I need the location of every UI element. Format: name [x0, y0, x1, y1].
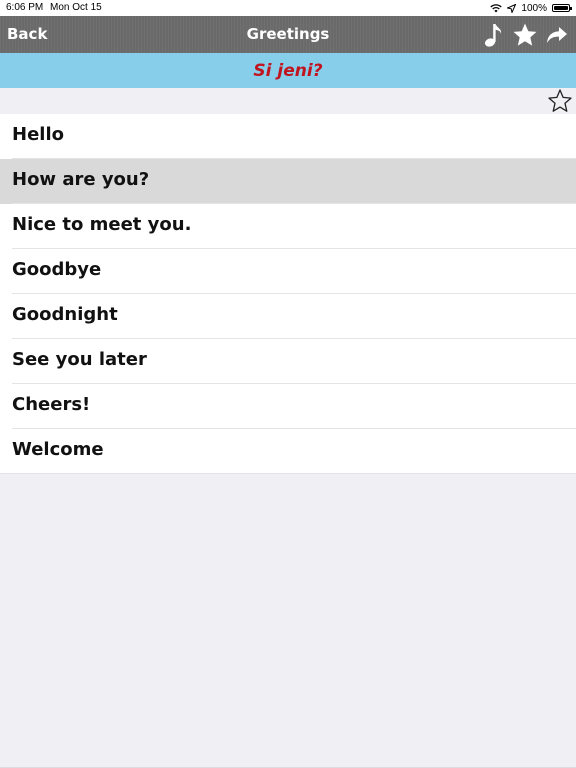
- phrase-label: How are you?: [12, 169, 150, 190]
- list-item[interactable]: Goodnight: [0, 294, 576, 339]
- star-icon[interactable]: [512, 22, 538, 48]
- nav-actions: [480, 22, 570, 48]
- status-date: Mon Oct 15: [50, 2, 102, 13]
- phrase-label: Cheers!: [12, 394, 91, 415]
- share-icon[interactable]: [544, 22, 570, 48]
- phrase-label: See you later: [12, 349, 147, 370]
- navigation-bar: Back Greetings: [0, 16, 576, 53]
- phrase-label: Goodnight: [12, 304, 118, 325]
- location-icon: [507, 3, 517, 13]
- translation-banner: Si jeni?: [0, 53, 576, 88]
- list-item[interactable]: See you later: [0, 339, 576, 384]
- list-item[interactable]: Nice to meet you.: [0, 204, 576, 249]
- list-item[interactable]: Welcome: [0, 429, 576, 474]
- translation-text: Si jeni?: [253, 60, 323, 81]
- favorite-row: [0, 88, 576, 114]
- phrase-label: Hello: [12, 124, 64, 145]
- list-item[interactable]: Hello: [0, 114, 576, 159]
- status-indicators: 100%: [490, 1, 572, 15]
- phrase-label: Welcome: [12, 439, 104, 460]
- wifi-icon: [490, 3, 503, 13]
- list-item[interactable]: Goodbye: [0, 249, 576, 294]
- app-screen: 6:06 PM Mon Oct 15 100% Back Greetings S…: [0, 0, 576, 768]
- star-outline-icon[interactable]: [547, 88, 573, 114]
- battery-percent: 100%: [521, 2, 547, 14]
- battery-icon: [552, 4, 572, 12]
- status-bar: 6:06 PM Mon Oct 15 100%: [0, 0, 576, 16]
- music-note-icon[interactable]: [480, 22, 506, 48]
- status-time: 6:06 PM: [6, 2, 44, 13]
- phrase-label: Nice to meet you.: [12, 214, 192, 235]
- list-item-selected[interactable]: How are you?: [0, 159, 576, 204]
- phrase-list: Hello How are you? Nice to meet you. Goo…: [0, 114, 576, 474]
- phrase-label: Goodbye: [12, 259, 102, 280]
- back-button[interactable]: Back: [7, 25, 47, 43]
- list-item[interactable]: Cheers!: [0, 384, 576, 429]
